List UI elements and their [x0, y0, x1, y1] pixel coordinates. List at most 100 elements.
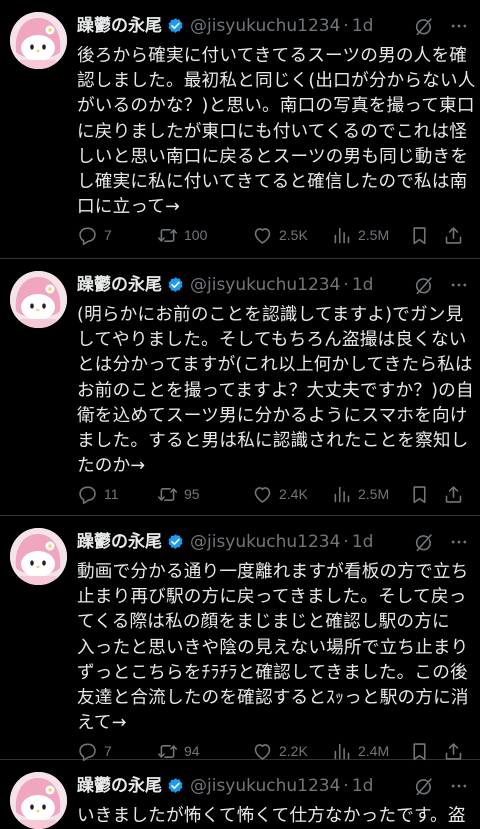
tweet-text: (明らかにお前のことを認識してますよ)でガン見 してやりました。そしてもちろん盗撮… — [77, 303, 474, 479]
likes-count: 2.5K — [279, 227, 308, 243]
reposts-count: 95 — [184, 486, 200, 502]
tweet-text-line: 動画で分かる通り一度離れますが看板の方で立ち — [77, 562, 469, 582]
more-icon[interactable] — [448, 531, 470, 553]
tweet-text-line: とは分かってますが(これ以上何かしてきたら私は — [77, 355, 473, 376]
share-button[interactable] — [443, 482, 464, 506]
avatar[interactable] — [10, 772, 67, 829]
views-button[interactable]: 2.5M — [331, 223, 389, 247]
repost-icon — [157, 744, 178, 758]
timestamp[interactable]: 1d — [352, 774, 374, 798]
tweet[interactable]: 躁鬱の永尾 @jisyukuchu1234 · 1d (明らかにお前のことを認識してます… — [0, 259, 480, 516]
tweet-text-line: 後ろから確実に付いてきてるスーツの男の人を確 — [77, 46, 468, 66]
author-handle[interactable]: @jisyukuchu1234 — [190, 273, 340, 297]
separator-dot: · — [343, 532, 349, 552]
tweet-text-line: 口に立って→ — [77, 197, 181, 218]
share-icon — [445, 485, 462, 503]
bookmark-button[interactable] — [409, 482, 430, 506]
timestamp[interactable]: 1d — [352, 530, 374, 554]
verified-badge-icon — [166, 17, 185, 36]
more-icon[interactable] — [448, 274, 470, 296]
grok-icon[interactable] — [412, 274, 434, 296]
tweet[interactable]: 躁鬱の永尾 @jisyukuchu1234 · 1d 動画で分かる通り一度離れますが看板… — [0, 516, 480, 761]
tweet-text-line: 止まり再び駅の方に戻ってきました。そして戻っ — [77, 587, 467, 608]
tweet-text-line: し確実に私に付いてきてると確信したので私は南 — [77, 172, 468, 193]
like-icon — [254, 486, 271, 503]
author-name[interactable]: 躁鬱の永尾 — [77, 774, 162, 798]
like-icon — [254, 743, 271, 760]
author-handle[interactable]: @jisyukuchu1234 — [190, 14, 340, 38]
tweet-text-line: 入ったと思いきや陰の見えない場所で立ち止まり — [77, 637, 469, 658]
tweet-text-line: 認しました。最初私と同じく(出口が分からない人 — [77, 71, 476, 92]
reposts-count: 94 — [184, 743, 200, 759]
reply-button[interactable]: 7 — [77, 223, 112, 247]
tweet[interactable]: 躁鬱の永尾 @jisyukuchu1234 · 1d いきましたが怖くて怖くて仕方なかっ… — [0, 760, 480, 829]
bookmark-button[interactable] — [409, 223, 430, 247]
tweet-text-line: えて→ — [77, 713, 127, 734]
tweet[interactable]: 躁鬱の永尾 @jisyukuchu1234 · 1d 後ろから確実に付いてきてるスーツの… — [0, 0, 480, 259]
author-name[interactable]: 躁鬱の永尾 — [77, 14, 162, 38]
tweet-text-line: 衛を込めてスーツ男に分かるようにスマホを向け — [77, 405, 468, 426]
replies-count: 7 — [104, 227, 112, 243]
likes-count: 2.2K — [279, 743, 308, 759]
verified-badge-icon — [166, 533, 185, 552]
reply-icon — [79, 227, 96, 245]
tweet-header: 躁鬱の永尾 @jisyukuchu1234 · 1d — [77, 273, 470, 297]
repost-button[interactable]: 95 — [157, 482, 200, 506]
tweet-text-line: してやりました。そしてもちろん盗撮は良くない — [77, 330, 467, 351]
replies-count: 11 — [104, 486, 119, 502]
author-name[interactable]: 躁鬱の永尾 — [77, 530, 162, 554]
share-button[interactable] — [443, 223, 464, 247]
tweet-text-line: (明らかにお前のことを認識してますよ)でガン見 — [77, 305, 464, 325]
repost-icon — [157, 487, 178, 501]
more-icon[interactable] — [448, 775, 470, 797]
like-icon — [254, 227, 271, 244]
verified-badge-icon — [166, 777, 185, 796]
separator-dot: · — [343, 16, 349, 36]
author-handle[interactable]: @jisyukuchu1234 — [190, 774, 340, 798]
tweet-text-line: 友達と合流したのを確認するとｽｯっと駅の方に消 — [77, 688, 469, 709]
tweet-text-line: お前のことを撮ってますよ？大丈夫ですか？)の自 — [77, 380, 474, 401]
avatar[interactable] — [10, 528, 67, 585]
reply-button[interactable]: 11 — [77, 482, 119, 506]
repost-icon — [157, 228, 178, 242]
repost-button[interactable]: 100 — [157, 223, 207, 247]
grok-icon[interactable] — [412, 775, 434, 797]
tweet-text-line: ました。すると男は私に認識されたことを察知し — [77, 431, 469, 452]
separator-dot: · — [343, 275, 349, 295]
tweet-text-line: に戻りましたが東口にも付いてくるのでこれは怪 — [77, 121, 468, 142]
views-count: 2.5M — [358, 486, 390, 502]
grok-icon[interactable] — [412, 531, 434, 553]
reposts-count: 100 — [184, 227, 208, 243]
more-icon[interactable] — [448, 15, 470, 37]
reply-icon — [79, 743, 96, 761]
author-handle[interactable]: @jisyukuchu1234 — [190, 530, 340, 554]
views-count: 2.5M — [358, 227, 390, 243]
bookmark-icon — [413, 485, 426, 503]
tweet-header: 躁鬱の永尾 @jisyukuchu1234 · 1d — [77, 530, 470, 554]
timestamp[interactable]: 1d — [352, 14, 374, 38]
tweet-text: 動画で分かる通り一度離れますが看板の方で立ち 止まり再び駅の方に戻ってきました。そ… — [77, 560, 473, 736]
tweet-header: 躁鬱の永尾 @jisyukuchu1234 · 1d — [77, 14, 470, 38]
author-name[interactable]: 躁鬱の永尾 — [77, 273, 162, 297]
tweet-text-line: いきましたが怖くて怖くて仕方なかったです。盗 — [77, 806, 466, 826]
views-icon — [334, 486, 350, 502]
reply-icon — [79, 486, 96, 504]
replies-count: 7 — [104, 743, 112, 759]
share-icon — [445, 742, 462, 760]
tweet-text-line: ずっとこちらをﾁﾗﾁﾗと確認してきました。この後 — [77, 662, 468, 683]
avatar[interactable] — [10, 271, 67, 328]
tweet-text-line: たのか→ — [77, 456, 146, 477]
action-bar: 11 95 2.4K 2.5M — [77, 482, 470, 506]
like-button[interactable]: 2.5K — [252, 223, 308, 247]
timestamp[interactable]: 1d — [352, 273, 374, 297]
likes-count: 2.4K — [279, 486, 308, 502]
grok-icon[interactable] — [412, 15, 434, 37]
tweet-header: 躁鬱の永尾 @jisyukuchu1234 · 1d — [77, 774, 470, 798]
avatar[interactable] — [10, 12, 67, 69]
like-button[interactable]: 2.4K — [252, 482, 308, 506]
tweet-text-line: がいるのかな？)と思い。南口の写真を撮って東口 — [77, 96, 475, 117]
tweet-text-line: てくる際は私の顔をまじまじと確認し駅の方に — [77, 612, 450, 633]
views-button[interactable]: 2.5M — [331, 482, 389, 506]
tweet-text-line: しいと思い南口に戻るとスーツの男も同じ動きを — [77, 146, 469, 167]
tweet-text: 後ろから確実に付いてきてるスーツの男の人を確 認しました。最初私と同じく(出口が分… — [77, 44, 476, 220]
